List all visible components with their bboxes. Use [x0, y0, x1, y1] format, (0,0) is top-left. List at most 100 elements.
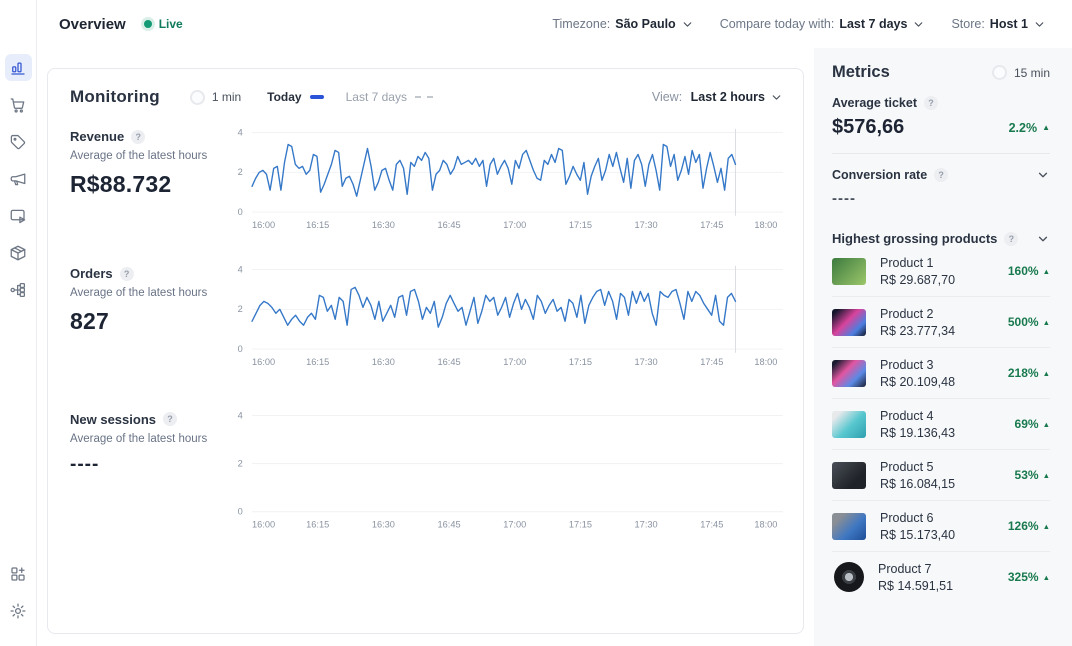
sidebar-item-screen-share[interactable] — [5, 202, 32, 229]
svg-text:18:00: 18:00 — [754, 357, 777, 367]
sidebar-item-integrations[interactable] — [5, 276, 32, 303]
chevron-down-icon — [1033, 18, 1046, 31]
product-info: Product 2 R$ 23.777,34 — [880, 307, 1008, 338]
product-price: R$ 20.109,48 — [880, 375, 1008, 389]
metrics-title: Metrics — [832, 63, 890, 82]
fifteen-min-radio[interactable]: 15 min — [992, 65, 1050, 80]
sidebar-item-products[interactable] — [5, 128, 32, 155]
sidebar-item-marketing[interactable] — [5, 165, 32, 192]
average-ticket-value: $576,66 — [832, 116, 904, 139]
svg-text:16:45: 16:45 — [438, 519, 461, 529]
body: Monitoring 1 min Today Last 7 days — [37, 48, 1072, 646]
sessions-chart: 02416:0016:1516:3016:4517:0017:1517:3017… — [228, 410, 783, 532]
store-dropdown[interactable]: Store: Host 1 — [951, 17, 1046, 31]
live-label: Live — [159, 17, 183, 31]
store-label: Store: — [951, 17, 984, 31]
svg-text:16:00: 16:00 — [252, 519, 275, 529]
sidebar-top-group — [5, 54, 32, 313]
product-price: R$ 23.777,34 — [880, 324, 1008, 338]
help-icon[interactable]: ? — [120, 267, 134, 281]
product-price: R$ 15.173,40 — [880, 528, 1008, 542]
topbar: Overview Live Timezone: São Paulo Compar… — [37, 0, 1072, 48]
fifteen-min-label: 15 min — [1014, 66, 1050, 80]
sidebar-item-apps-add[interactable] — [5, 560, 32, 587]
one-min-radio[interactable]: 1 min — [190, 90, 241, 105]
help-icon[interactable]: ? — [1004, 232, 1018, 246]
sessions-subtitle: Average of the latest hours — [70, 433, 228, 445]
orders-chart-row: Orders ? Average of the latest hours 827… — [70, 264, 783, 369]
compare-dropdown[interactable]: Compare today with: Last 7 days — [720, 17, 926, 31]
svg-text:16:15: 16:15 — [306, 220, 329, 230]
product-name: Product 3 — [880, 358, 1008, 372]
svg-text:4: 4 — [238, 410, 243, 420]
svg-text:17:45: 17:45 — [700, 220, 723, 230]
product-delta: 500%▲ — [1008, 315, 1050, 329]
svg-text:16:45: 16:45 — [438, 357, 461, 367]
product-delta: 69%▲ — [1015, 417, 1050, 431]
radio-icon — [190, 90, 205, 105]
apps-add-icon — [9, 565, 27, 583]
revenue-meta: Revenue ? Average of the latest hours R$… — [70, 127, 228, 232]
timezone-dropdown[interactable]: Timezone: São Paulo — [552, 17, 693, 31]
trend-up-icon: ▲ — [1043, 573, 1050, 582]
sessions-title: New sessions — [70, 412, 156, 427]
product-name: Product 2 — [880, 307, 1008, 321]
orders-chart: 02416:0016:1516:3016:4517:0017:1517:3017… — [228, 264, 783, 369]
product-row: Product 4R$ 19.136,4369%▲ — [832, 399, 1050, 450]
delta-value: 218% — [1008, 366, 1039, 380]
sidebar — [0, 0, 37, 646]
chevron-down-icon[interactable] — [1036, 232, 1050, 246]
svg-text:17:15: 17:15 — [569, 519, 592, 529]
view-dropdown[interactable]: View: Last 2 hours — [652, 90, 783, 104]
legend-today: Today — [267, 90, 323, 104]
sidebar-item-settings[interactable] — [5, 597, 32, 624]
help-icon[interactable]: ? — [131, 130, 145, 144]
product-name: Product 1 — [880, 256, 1008, 270]
view-value: Last 2 hours — [691, 90, 765, 104]
delta-value: 500% — [1008, 315, 1039, 329]
svg-text:17:00: 17:00 — [503, 357, 526, 367]
legend-compare-label: Last 7 days — [346, 90, 407, 104]
product-thumbnail — [832, 309, 866, 336]
orders-value: 827 — [70, 308, 228, 335]
help-icon[interactable]: ? — [934, 168, 948, 182]
revenue-subtitle: Average of the latest hours — [70, 150, 228, 162]
live-dot-icon — [144, 20, 152, 28]
product-info: Product 4R$ 19.136,43 — [880, 409, 1015, 440]
svg-text:17:15: 17:15 — [569, 357, 592, 367]
products-list: Product 1R$ 29.687,70160%▲Product 2R$ 23… — [832, 246, 1050, 602]
help-icon[interactable]: ? — [163, 412, 177, 426]
delta-value: 2.2% — [1009, 121, 1038, 135]
legend-compare-line-icon — [415, 96, 433, 98]
conversion-rate-value: ---- — [832, 190, 1050, 207]
product-info: Product 6 R$ 15.173,40 — [880, 511, 1008, 542]
average-ticket-delta: 2.2% ▲ — [1009, 121, 1050, 135]
sessions-value: ---- — [70, 454, 228, 476]
svg-text:0: 0 — [238, 344, 243, 354]
sidebar-item-catalog[interactable] — [5, 239, 32, 266]
product-info: Product 1R$ 29.687,70 — [880, 256, 1008, 287]
revenue-chart-row: Revenue ? Average of the latest hours R$… — [70, 127, 783, 232]
product-thumbnail — [834, 562, 864, 592]
chevron-down-icon[interactable] — [1036, 168, 1050, 182]
svg-text:16:30: 16:30 — [372, 220, 395, 230]
svg-text:17:45: 17:45 — [700, 519, 723, 529]
view-label: View: — [652, 90, 682, 104]
product-name: Product 6 — [880, 511, 1008, 525]
average-ticket-label: Average ticket — [832, 96, 917, 110]
svg-text:4: 4 — [238, 265, 243, 275]
svg-text:17:30: 17:30 — [635, 519, 658, 529]
sidebar-item-analytics[interactable] — [5, 54, 32, 81]
sidebar-bottom-group — [5, 560, 32, 634]
product-thumbnail — [832, 258, 866, 285]
content: Monitoring 1 min Today Last 7 days — [37, 48, 814, 646]
svg-text:16:45: 16:45 — [438, 220, 461, 230]
store-value: Host 1 — [990, 17, 1028, 31]
compare-label: Compare today with: — [720, 17, 835, 31]
help-icon[interactable]: ? — [924, 96, 938, 110]
svg-text:16:30: 16:30 — [372, 357, 395, 367]
product-thumbnail — [832, 411, 866, 438]
svg-text:16:15: 16:15 — [306, 357, 329, 367]
sidebar-item-orders[interactable] — [5, 91, 32, 118]
svg-text:2: 2 — [238, 167, 243, 177]
